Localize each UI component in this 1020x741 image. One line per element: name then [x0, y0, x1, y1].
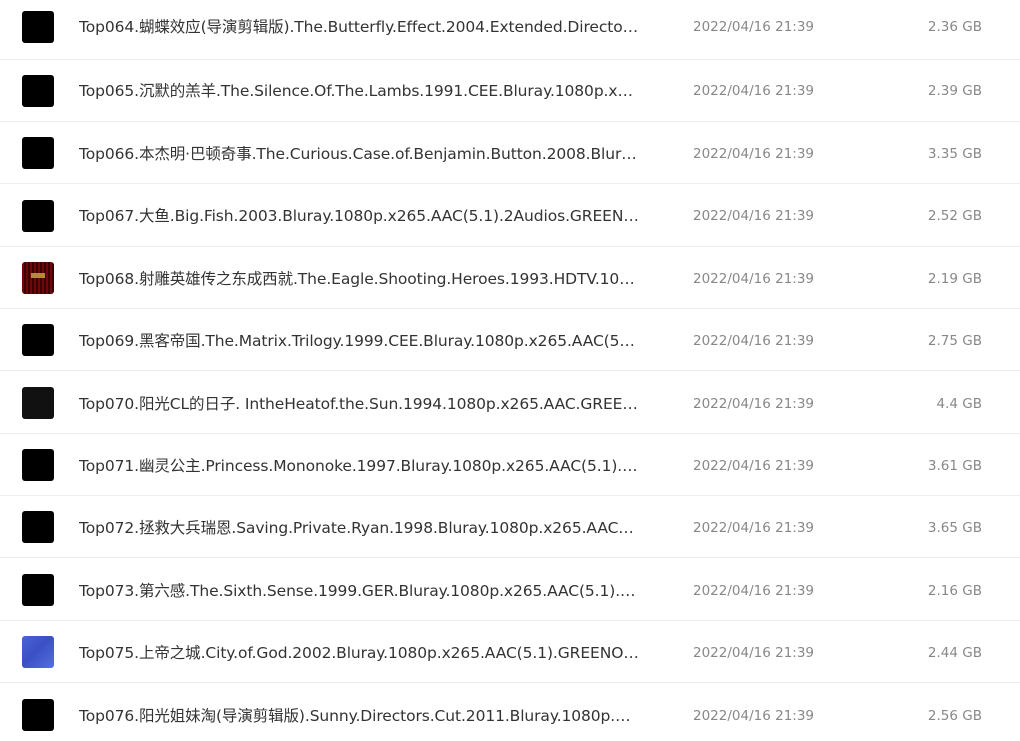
modified-date: 2022/04/16 21:39	[693, 83, 815, 99]
file-size: 3.65 GB	[927, 520, 982, 536]
file-row[interactable]: Top075.上帝之城.City.of.God.2002.Bluray.1080…	[0, 621, 1020, 683]
file-name[interactable]: Top076.阳光姐妹淘(导演剪辑版).Sunny.Directors.Cut.…	[79, 706, 639, 726]
modified-date: 2022/04/16 21:39	[693, 458, 815, 474]
modified-date: 2022/04/16 21:39	[693, 146, 815, 162]
file-name[interactable]: Top071.幽灵公主.Princess.Mononoke.1997.Blura…	[79, 456, 639, 476]
file-size: 2.16 GB	[927, 583, 982, 599]
file-row[interactable]: Top070.阳光CL的日子. IntheHeatof.the.Sun.1994…	[0, 372, 1020, 434]
file-row[interactable]: Top065.沉默的羔羊.The.Silence.Of.The.Lambs.19…	[0, 60, 1020, 122]
modified-date: 2022/04/16 21:39	[693, 19, 815, 35]
file-name[interactable]: Top065.沉默的羔羊.The.Silence.Of.The.Lambs.19…	[79, 81, 639, 101]
file-row[interactable]: Top066.本杰明·巴顿奇事.The.Curious.Case.of.Benj…	[0, 122, 1020, 184]
file-size: 4.4 GB	[936, 396, 982, 412]
video-thumbnail	[22, 574, 54, 606]
file-size: 2.52 GB	[927, 208, 982, 224]
file-name[interactable]: Top075.上帝之城.City.of.God.2002.Bluray.1080…	[79, 643, 639, 663]
file-size: 2.19 GB	[927, 271, 982, 287]
video-thumbnail	[22, 636, 54, 668]
video-thumbnail	[22, 262, 54, 294]
modified-date: 2022/04/16 21:39	[693, 645, 815, 661]
video-thumbnail	[22, 449, 54, 481]
file-row[interactable]: Top076.阳光姐妹淘(导演剪辑版).Sunny.Directors.Cut.…	[0, 684, 1020, 741]
file-size: 2.36 GB	[927, 19, 982, 35]
file-row[interactable]: Top068.射雕英雄传之东成西就.The.Eagle.Shooting.Her…	[0, 247, 1020, 309]
modified-date: 2022/04/16 21:39	[693, 396, 815, 412]
file-size: 3.61 GB	[927, 458, 982, 474]
video-thumbnail	[22, 75, 54, 107]
modified-date: 2022/04/16 21:39	[693, 520, 815, 536]
file-size: 2.75 GB	[927, 333, 982, 349]
file-name[interactable]: Top069.黑客帝国.The.Matrix.Trilogy.1999.CEE.…	[79, 331, 639, 351]
modified-date: 2022/04/16 21:39	[693, 333, 815, 349]
modified-date: 2022/04/16 21:39	[693, 708, 815, 724]
file-name[interactable]: Top068.射雕英雄传之东成西就.The.Eagle.Shooting.Her…	[79, 269, 639, 289]
file-row[interactable]: Top073.第六感.The.Sixth.Sense.1999.GER.Blur…	[0, 559, 1020, 621]
modified-date: 2022/04/16 21:39	[693, 583, 815, 599]
video-thumbnail	[22, 200, 54, 232]
video-thumbnail	[22, 11, 54, 43]
file-row[interactable]: Top069.黑客帝国.The.Matrix.Trilogy.1999.CEE.…	[0, 309, 1020, 371]
video-thumbnail	[22, 324, 54, 356]
video-thumbnail	[22, 387, 54, 419]
modified-date: 2022/04/16 21:39	[693, 208, 815, 224]
file-name[interactable]: Top067.大鱼.Big.Fish.2003.Bluray.1080p.x26…	[79, 206, 639, 226]
file-list: Top064.蝴蝶效应(导演剪辑版).The.Butterfly.Effect.…	[0, 0, 1020, 741]
file-name[interactable]: Top073.第六感.The.Sixth.Sense.1999.GER.Blur…	[79, 581, 639, 601]
file-name[interactable]: Top064.蝴蝶效应(导演剪辑版).The.Butterfly.Effect.…	[79, 17, 639, 37]
file-size: 2.44 GB	[927, 645, 982, 661]
file-name[interactable]: Top066.本杰明·巴顿奇事.The.Curious.Case.of.Benj…	[79, 144, 639, 164]
file-row[interactable]: Top067.大鱼.Big.Fish.2003.Bluray.1080p.x26…	[0, 185, 1020, 247]
video-thumbnail	[22, 137, 54, 169]
file-name[interactable]: Top072.拯救大兵瑞恩.Saving.Private.Ryan.1998.B…	[79, 518, 639, 538]
file-size: 2.39 GB	[927, 83, 982, 99]
video-thumbnail	[22, 699, 54, 731]
file-size: 3.35 GB	[927, 146, 982, 162]
file-row[interactable]: Top064.蝴蝶效应(导演剪辑版).The.Butterfly.Effect.…	[0, 0, 1020, 60]
modified-date: 2022/04/16 21:39	[693, 271, 815, 287]
file-size: 2.56 GB	[927, 708, 982, 724]
file-row[interactable]: Top071.幽灵公主.Princess.Mononoke.1997.Blura…	[0, 434, 1020, 496]
file-name[interactable]: Top070.阳光CL的日子. IntheHeatof.the.Sun.1994…	[79, 394, 639, 414]
file-row[interactable]: Top072.拯救大兵瑞恩.Saving.Private.Ryan.1998.B…	[0, 496, 1020, 558]
video-thumbnail	[22, 511, 54, 543]
